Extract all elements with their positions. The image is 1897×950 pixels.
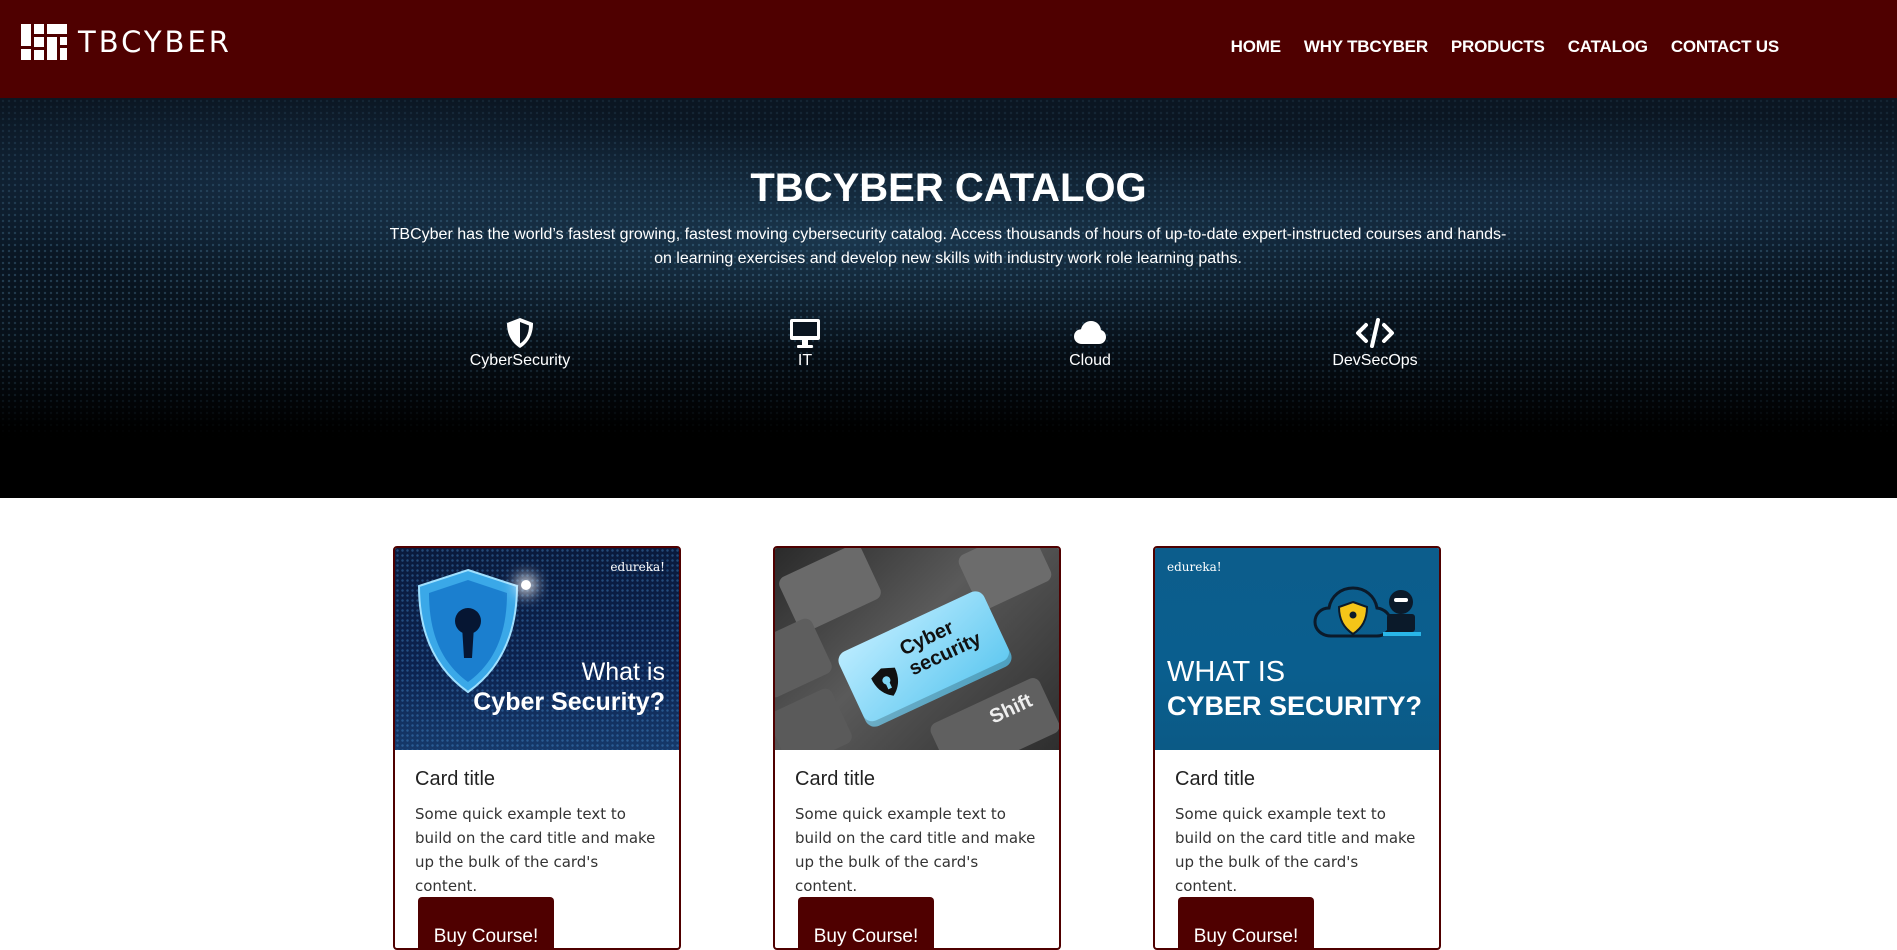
hero-description: TBCyber has the world’s fastest growing,… (389, 226, 1507, 267)
card-title: Card title (1175, 768, 1256, 790)
hero-background-pattern (0, 98, 1897, 498)
card-title: Card title (415, 768, 496, 790)
nav-home[interactable]: HOME (1231, 37, 1281, 57)
image-caption-line1: What is (581, 658, 665, 686)
image-brand: edureka! (1167, 560, 1222, 574)
desktop-monitor-icon (790, 319, 820, 348)
nav-contact-us[interactable]: CONTACT US (1671, 37, 1779, 57)
card-image: edureka! WHAT IS CYBER SECURITY? (1155, 548, 1439, 750)
card-text: Some quick example text to build on the … (1175, 805, 1416, 895)
image-caption-line2: Cyber Security? (473, 688, 665, 716)
key-label: Cyber security (896, 616, 985, 681)
nav-why-tbcyber[interactable]: WHY TBCYBER (1304, 37, 1428, 57)
category-label: Cloud (1069, 352, 1111, 369)
page-title: TBCYBER CATALOG (750, 166, 1147, 210)
main-nav: HOME WHY TBCYBER PRODUCTS CATALOG CONTAC… (1231, 37, 1780, 57)
catalog-hero: TBCYBER CATALOG TBCyber has the world’s … (0, 98, 1897, 498)
image-brand: edureka! (610, 560, 665, 574)
category-cybersecurity[interactable]: CyberSecurity (440, 316, 600, 370)
buy-course-button[interactable]: Buy Course! (798, 897, 934, 948)
category-label: DevSecOps (1332, 352, 1418, 369)
card-image: Cyber security Shift (775, 548, 1059, 750)
course-card: Cyber security Shift Card title Some qui… (773, 546, 1061, 950)
buy-course-button[interactable]: Buy Course! (1178, 897, 1314, 948)
course-card: edureka! WHAT IS CYBER SECURITY? Card ti… (1153, 546, 1441, 950)
category-devsecops[interactable]: DevSecOps (1295, 316, 1455, 370)
image-caption-line1: WHAT IS (1167, 656, 1286, 688)
image-caption-line2: CYBER SECURITY? (1167, 691, 1423, 721)
card-text: Some quick example text to build on the … (415, 805, 656, 895)
category-cloud[interactable]: Cloud (1010, 316, 1170, 370)
shield-keyhole-icon (417, 568, 519, 694)
logo-mark-icon (21, 24, 67, 60)
cloud-icon (1074, 321, 1106, 344)
buy-course-button[interactable]: Buy Course! (418, 897, 554, 948)
category-label: IT (797, 352, 813, 369)
brand-logo[interactable]: TBCYBER (21, 24, 232, 60)
course-card: edureka! What is Cyber Security? Card ti… (393, 546, 681, 950)
card-image: edureka! What is Cyber Security? (395, 548, 679, 750)
brand-name: TBCYBER (78, 25, 232, 59)
sparkle-icon (521, 580, 531, 590)
top-navbar: TBCYBER HOME WHY TBCYBER PRODUCTS CATALO… (0, 0, 1897, 98)
category-it[interactable]: IT (725, 316, 885, 370)
nav-products[interactable]: PRODUCTS (1451, 37, 1545, 57)
code-icon (1356, 318, 1394, 348)
shield-lock-icon (871, 667, 899, 696)
shield-halved-icon (507, 318, 533, 348)
card-title: Card title (795, 768, 876, 790)
cloud-hacker-icon (1313, 586, 1421, 638)
nav-catalog[interactable]: CATALOG (1568, 37, 1648, 57)
card-text: Some quick example text to build on the … (795, 805, 1036, 895)
category-label: CyberSecurity (469, 352, 571, 369)
